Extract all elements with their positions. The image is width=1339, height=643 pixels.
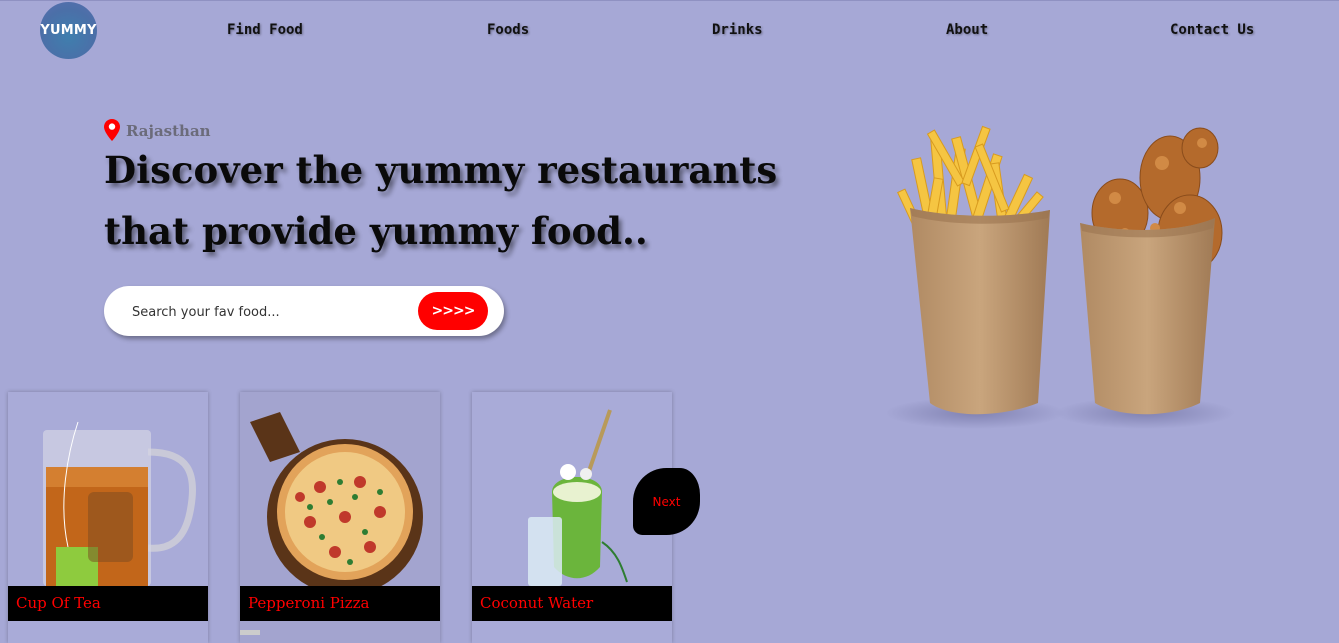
fries-and-chicken-image — [885, 125, 1235, 429]
headline-line-2: that provide yummy food.. — [104, 209, 648, 253]
next-button[interactable]: Next — [633, 468, 700, 535]
food-card-pizza[interactable]: Pepperoni Pizza — [240, 392, 440, 643]
nav-about[interactable]: About — [946, 22, 988, 38]
search-input[interactable] — [130, 299, 414, 325]
food-card-tea[interactable]: Cup Of Tea — [8, 392, 208, 643]
headline-line-1: Discover the yummy restaurants — [104, 148, 778, 192]
nav-drinks[interactable]: Drinks — [712, 22, 763, 38]
location-indicator: Rajasthan — [104, 119, 211, 141]
card-label: Cup Of Tea — [8, 586, 208, 621]
card-label: Pepperoni Pizza — [240, 586, 440, 621]
logo-text: YUMMY — [40, 23, 97, 38]
nav-contact-us[interactable]: Contact Us — [1170, 22, 1254, 38]
search-bar: >>>> — [104, 286, 504, 336]
nav-foods[interactable]: Foods — [487, 22, 529, 38]
search-submit-button[interactable]: >>>> — [418, 292, 488, 330]
top-border — [0, 0, 1339, 1]
nav-find-food[interactable]: Find Food — [227, 22, 303, 38]
location-pin-icon — [104, 119, 120, 141]
card-label: Coconut Water — [472, 586, 672, 621]
location-label: Rajasthan — [126, 122, 211, 140]
brand-logo[interactable]: YUMMY — [40, 2, 97, 59]
hero-headline: Discover the yummy restaurants that prov… — [104, 140, 824, 262]
tea-cup-image — [8, 392, 208, 586]
